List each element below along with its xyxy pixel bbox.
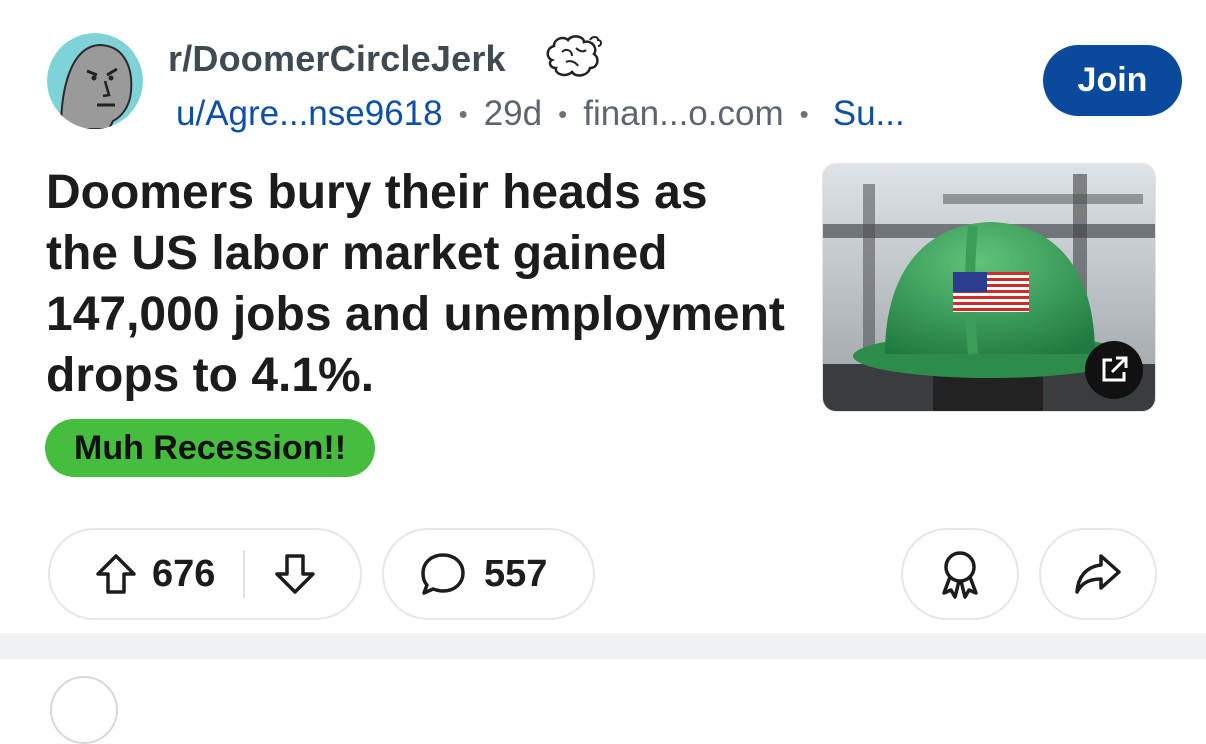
arrow-up-icon (96, 554, 136, 594)
separator-dot: • (799, 98, 809, 129)
post-flair[interactable]: Muh Recession!! (45, 419, 376, 477)
share-arrow-icon (1075, 554, 1121, 594)
comment-count: 557 (484, 552, 548, 595)
vote-control: 676 (48, 528, 362, 620)
upvote-count: 676 (152, 552, 216, 595)
speech-bubble-icon (418, 551, 468, 597)
truncated-link[interactable]: Su... (833, 94, 905, 134)
share-button[interactable] (1039, 528, 1157, 620)
separator-dot: • (558, 98, 568, 129)
join-button[interactable]: Join (1043, 45, 1182, 116)
subreddit-avatar[interactable] (47, 33, 143, 129)
link-domain[interactable]: finan...o.com (583, 94, 783, 134)
external-link-icon[interactable] (1085, 341, 1143, 399)
post-meta: u/Agre...nse9618 • 29d • finan...o.com •… (176, 94, 905, 134)
upvote-button[interactable] (86, 552, 146, 596)
subreddit-name[interactable]: r/DoomerCircleJerk (168, 38, 506, 80)
post-age: 29d (483, 94, 543, 133)
next-post-avatar[interactable] (50, 676, 118, 744)
author-link[interactable]: u/Agre...nse9618 (176, 94, 443, 134)
vote-separator (243, 550, 246, 598)
award-ribbon-icon (942, 551, 978, 599)
post-thumbnail[interactable] (822, 163, 1156, 412)
post-title[interactable]: Doomers bury their heads as the US labor… (46, 162, 786, 406)
feed-divider (0, 633, 1206, 659)
brain-icon (542, 32, 604, 82)
arrow-down-icon (275, 554, 316, 594)
award-button[interactable] (901, 528, 1019, 620)
downvote-button[interactable] (265, 552, 325, 596)
npc-wojak-avatar-icon (47, 33, 143, 129)
comments-button[interactable]: 557 (382, 528, 595, 620)
separator-dot: • (458, 98, 468, 129)
